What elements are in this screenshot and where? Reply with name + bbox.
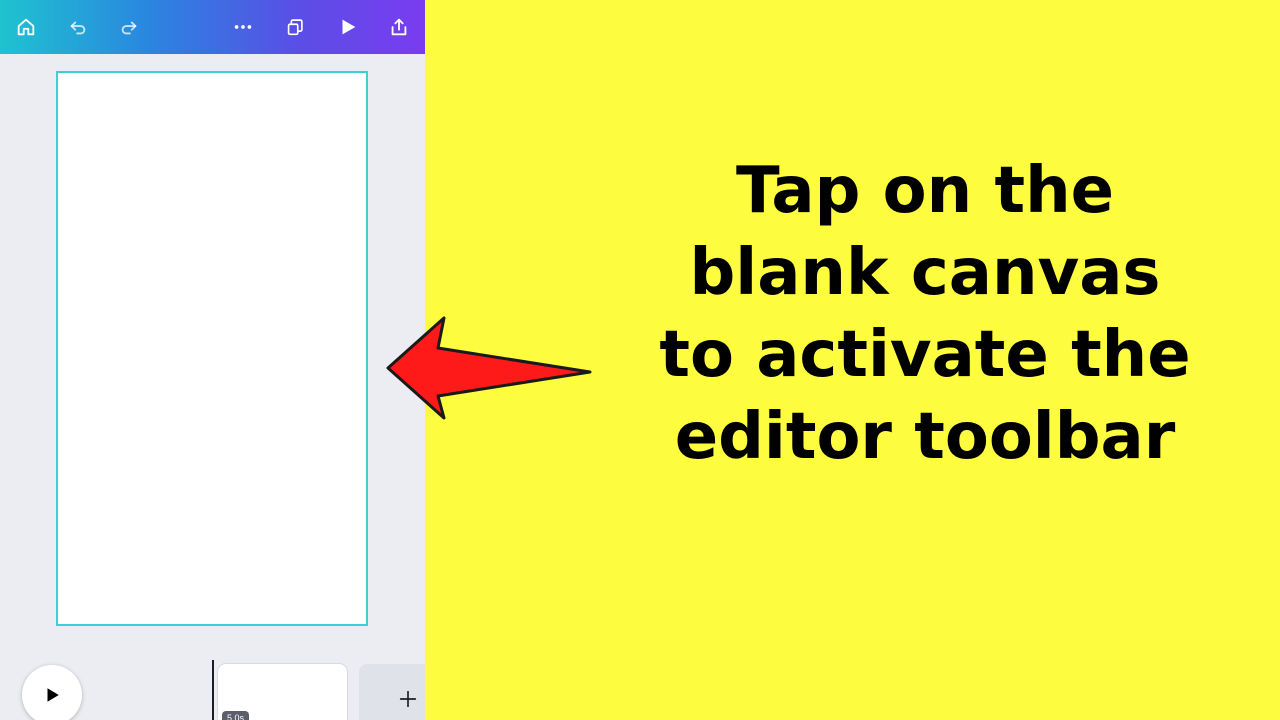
home-button[interactable]	[8, 9, 44, 45]
redo-button[interactable]	[111, 9, 147, 45]
redo-icon	[121, 21, 137, 35]
share-icon	[391, 18, 407, 36]
undo-icon	[70, 21, 86, 35]
present-button[interactable]	[330, 9, 366, 45]
page-duration-badge: 5.0s	[222, 711, 250, 720]
home-icon	[17, 18, 35, 36]
editor-top-toolbar	[0, 0, 425, 54]
more-icon	[234, 25, 252, 29]
undo-button[interactable]	[60, 9, 96, 45]
share-button[interactable]	[381, 9, 417, 45]
play-preview-button[interactable]	[22, 665, 82, 720]
editor-app-panel: 5.0s	[0, 0, 425, 720]
pages-button[interactable]	[277, 9, 313, 45]
more-options-button[interactable]	[225, 9, 261, 45]
add-page-button[interactable]	[359, 664, 425, 720]
instruction-text: Tap on the blank canvas to activate the …	[659, 154, 1191, 474]
play-icon	[342, 19, 356, 35]
timeline-playhead[interactable]	[212, 660, 214, 720]
timeline-page-thumbnail[interactable]: 5.0s	[218, 664, 347, 720]
blank-canvas[interactable]	[56, 71, 368, 626]
layers-icon	[287, 19, 303, 36]
pointer-arrow-icon	[386, 316, 592, 420]
plus-icon	[399, 690, 417, 708]
play-icon	[47, 688, 59, 702]
